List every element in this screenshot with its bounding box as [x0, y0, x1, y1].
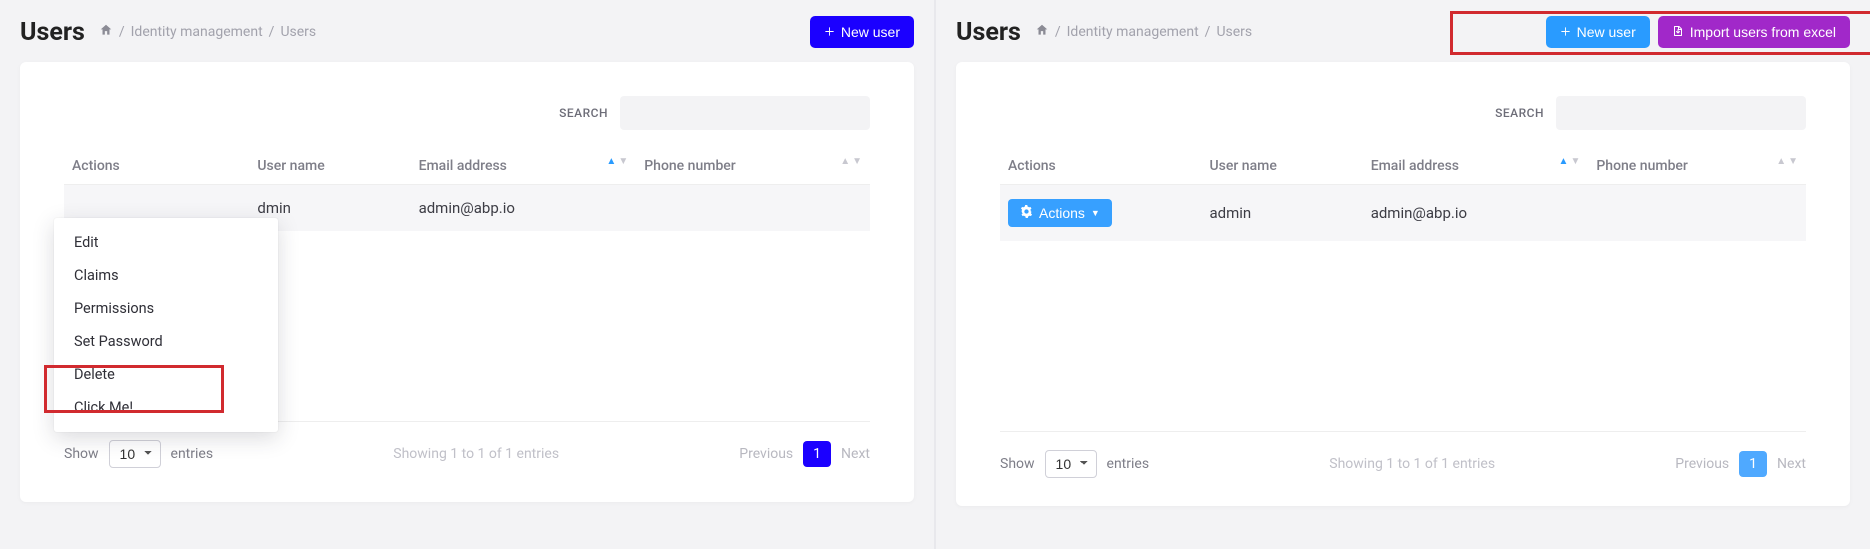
col-username[interactable]: User name — [249, 148, 410, 185]
search-input[interactable] — [620, 96, 870, 130]
pager: Previous 1 Next — [1675, 451, 1806, 477]
header-right: Users / Identity management / Users New … — [956, 10, 1850, 62]
col-email-label: Email address — [1371, 158, 1459, 174]
col-actions[interactable]: Actions — [1000, 148, 1202, 185]
search-row: SEARCH — [64, 96, 870, 130]
col-email[interactable]: Email address ▲▼ — [411, 148, 637, 185]
show-label: Show — [64, 446, 99, 462]
col-actions[interactable]: Actions — [64, 148, 249, 185]
breadcrumb-seg-users[interactable]: Users — [1216, 24, 1252, 40]
page-title: Users — [20, 18, 85, 47]
page-number[interactable]: 1 — [803, 441, 831, 467]
panel-left: Users / Identity management / Users New … — [0, 0, 936, 549]
previous-link[interactable]: Previous — [1675, 456, 1729, 472]
new-user-label: New user — [841, 24, 900, 40]
table-footer: Show 10 entries Showing 1 to 1 of 1 entr… — [1000, 431, 1806, 478]
col-phone-label: Phone number — [1596, 158, 1688, 174]
search-row: SEARCH — [1000, 96, 1806, 130]
next-link[interactable]: Next — [841, 446, 870, 462]
breadcrumb-sep: / — [269, 24, 275, 40]
search-input[interactable] — [1556, 96, 1806, 130]
home-icon[interactable] — [99, 23, 113, 41]
sort-icon: ▲▼ — [1559, 158, 1581, 166]
menu-item-set-password[interactable]: Set Password — [54, 325, 278, 358]
header-actions: New user — [810, 16, 914, 48]
home-icon[interactable] — [1035, 23, 1049, 41]
import-icon — [1672, 24, 1684, 40]
import-users-label: Import users from excel — [1690, 24, 1836, 40]
page-size-select[interactable]: 10 — [1045, 450, 1097, 478]
cell-email: admin@abp.io — [411, 185, 637, 232]
new-user-label: New user — [1577, 24, 1636, 40]
showing-info: Showing 1 to 1 of 1 entries — [393, 446, 559, 462]
search-label: SEARCH — [559, 106, 608, 120]
sort-icon: ▲▼ — [1776, 158, 1798, 166]
row-actions-button[interactable]: Actions ▼ — [1008, 199, 1112, 227]
import-users-button[interactable]: Import users from excel — [1658, 16, 1850, 48]
entries-label: entries — [171, 446, 214, 462]
pager: Previous 1 Next — [739, 441, 870, 467]
search-label: SEARCH — [1495, 106, 1544, 120]
page-size-select[interactable]: 10 — [109, 440, 161, 468]
col-phone[interactable]: Phone number ▲▼ — [636, 148, 870, 185]
page-size-group: Show 10 entries — [64, 440, 213, 468]
users-table: Actions User name Email address ▲▼ Phone… — [1000, 148, 1806, 241]
menu-item-delete[interactable]: Delete — [54, 358, 278, 391]
gear-icon — [1020, 205, 1033, 221]
breadcrumb-sep: / — [1055, 24, 1061, 40]
page-size-group: Show 10 entries — [1000, 450, 1149, 478]
col-email-label: Email address — [419, 158, 507, 174]
card-right: SEARCH Actions User name Email address ▲… — [956, 62, 1850, 506]
col-email[interactable]: Email address ▲▼ — [1363, 148, 1589, 185]
new-user-button[interactable]: New user — [1546, 16, 1650, 48]
page-title: Users — [956, 18, 1021, 47]
plus-icon — [1560, 24, 1571, 40]
menu-item-claims[interactable]: Claims — [54, 259, 278, 292]
breadcrumb: / Identity management / Users — [1035, 23, 1252, 41]
breadcrumb-seg-identity[interactable]: Identity management — [1067, 24, 1199, 40]
sort-icon: ▲▼ — [840, 158, 862, 166]
panel-right: Users / Identity management / Users New … — [936, 0, 1870, 549]
row-actions-label: Actions — [1039, 205, 1085, 221]
breadcrumb-seg-users[interactable]: Users — [280, 24, 316, 40]
header-left: Users / Identity management / Users New … — [20, 10, 914, 62]
table-row: Actions ▼ admin admin@abp.io — [1000, 185, 1806, 242]
cell-actions: Actions ▼ — [1000, 185, 1202, 242]
sort-icon: ▲▼ — [606, 158, 628, 166]
cell-username: admin — [1202, 185, 1363, 242]
showing-info: Showing 1 to 1 of 1 entries — [1329, 456, 1495, 472]
col-phone-label: Phone number — [644, 158, 736, 174]
header-left-group: Users / Identity management / Users — [956, 18, 1252, 47]
breadcrumb-seg-identity[interactable]: Identity management — [131, 24, 263, 40]
new-user-button[interactable]: New user — [810, 16, 914, 48]
col-username[interactable]: User name — [1202, 148, 1363, 185]
cell-phone — [636, 185, 870, 232]
previous-link[interactable]: Previous — [739, 446, 793, 462]
page-number[interactable]: 1 — [1739, 451, 1767, 477]
menu-item-permissions[interactable]: Permissions — [54, 292, 278, 325]
plus-icon — [824, 24, 835, 40]
menu-item-click-me[interactable]: Click Me! — [54, 391, 278, 424]
next-link[interactable]: Next — [1777, 456, 1806, 472]
actions-dropdown: Edit Claims Permissions Set Password Del… — [54, 218, 278, 432]
chevron-down-icon: ▼ — [1091, 208, 1100, 218]
breadcrumb: / Identity management / Users — [99, 23, 316, 41]
cell-phone — [1588, 185, 1806, 242]
menu-item-edit[interactable]: Edit — [54, 226, 278, 259]
header-left-group: Users / Identity management / Users — [20, 18, 316, 47]
header-actions: New user Import users from excel — [1546, 16, 1850, 48]
show-label: Show — [1000, 456, 1035, 472]
breadcrumb-sep: / — [1205, 24, 1211, 40]
cell-email: admin@abp.io — [1363, 185, 1589, 242]
col-phone[interactable]: Phone number ▲▼ — [1588, 148, 1806, 185]
entries-label: entries — [1107, 456, 1150, 472]
breadcrumb-sep: / — [119, 24, 125, 40]
